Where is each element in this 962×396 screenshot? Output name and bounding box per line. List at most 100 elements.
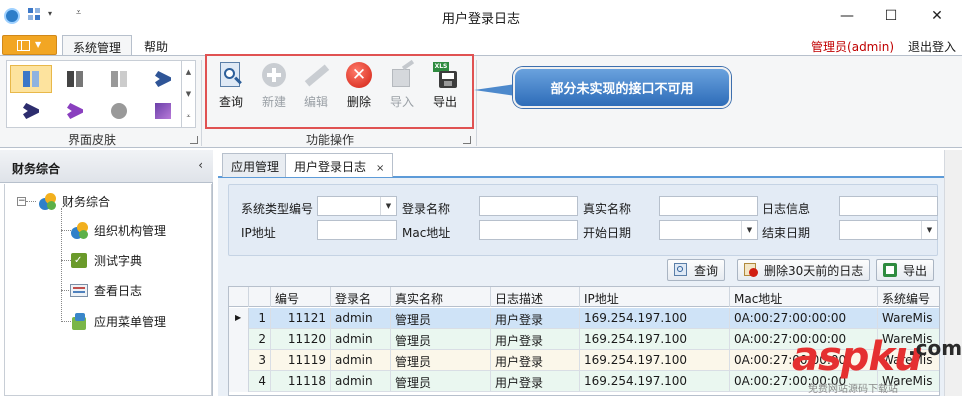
cell-system[interactable]: WareMis [878, 308, 939, 329]
current-row-icon: ▶ [229, 308, 249, 329]
skin-metro[interactable] [142, 97, 184, 125]
cell-desc[interactable]: 用户登录 [491, 308, 580, 329]
cell-id[interactable]: 11121 [271, 308, 331, 329]
delete-button-label: 删除 [346, 95, 371, 109]
red-x-icon: ✕ [345, 61, 373, 89]
mac-address-input[interactable] [479, 220, 578, 240]
new-button[interactable]: 新建 [254, 59, 294, 119]
skin-office-blue[interactable] [10, 65, 52, 93]
tree-node-label: 应用菜单管理 [94, 314, 167, 329]
pencil-icon [302, 61, 330, 89]
col-header-real-name[interactable]: 真实名称 [391, 287, 491, 307]
edit-button[interactable]: 编辑 [296, 59, 336, 119]
tree-node-app-menu[interactable]: 应用菜单管理 [69, 311, 166, 331]
chevron-down-icon: ▼ [35, 40, 42, 49]
skin-gallery: ▲ ▼ ⩡ [6, 60, 196, 128]
tree-node-label: 测试字典 [94, 253, 143, 268]
tree-node-org[interactable]: 组织机构管理 [69, 220, 166, 240]
cell-login[interactable]: admin [331, 350, 391, 371]
skin-office-silver[interactable] [98, 65, 140, 93]
delete-old-logs-button[interactable]: 删除30天前的日志 [737, 259, 871, 281]
cell-real-name[interactable]: 管理员 [391, 329, 491, 350]
skin-office-black[interactable] [54, 65, 96, 93]
real-name-input[interactable] [659, 196, 758, 216]
watermark-brand: aspku [792, 334, 923, 380]
tab-user-login-log[interactable]: 用户登录日志 × [285, 153, 394, 177]
minimize-button[interactable]: — [824, 0, 870, 32]
field-label-real-name: 真实名称 [583, 202, 632, 216]
file-menu-button[interactable]: ▼ [2, 35, 57, 55]
gallery-scroll[interactable]: ▲ ▼ ⩡ [181, 61, 195, 127]
grid-header: 编号 登录名 真实名称 日志描述 IP地址 Mac地址 系统编号 [229, 287, 939, 307]
tree-node-root[interactable]: 财务综合 [37, 191, 110, 211]
ribbon-tab-row: ▼ 系统管理 帮助 管理员(admin) 退出登入 [0, 32, 962, 56]
import-button[interactable]: 导入 [382, 59, 422, 119]
cell-desc[interactable]: 用户登录 [491, 350, 580, 371]
logout-link[interactable]: 退出登入 [908, 38, 956, 55]
dropdown-arrow-icon[interactable]: ▼ [741, 221, 757, 239]
cell-real-name[interactable]: 管理员 [391, 371, 491, 392]
cell-id[interactable]: 11118 [271, 371, 331, 392]
dropdown-arrow-icon[interactable]: ▼ [380, 197, 396, 215]
export-grid-button[interactable]: 导出 [876, 259, 935, 281]
col-header-desc[interactable]: 日志描述 [491, 287, 580, 307]
cell-login[interactable]: admin [331, 308, 391, 329]
delete-old-logs-label: 删除30天前的日志 [764, 263, 864, 278]
cell-real-name[interactable]: 管理员 [391, 350, 491, 371]
col-header-id[interactable]: 编号 [271, 287, 331, 307]
cell-ip[interactable]: 169.254.197.100 [580, 371, 730, 392]
field-label-start-date: 开始日期 [583, 226, 632, 240]
ip-address-input[interactable] [317, 220, 397, 240]
cell-real-name[interactable]: 管理员 [391, 308, 491, 329]
skin-seven[interactable] [98, 97, 140, 125]
cell-login[interactable]: admin [331, 329, 391, 350]
delete-button[interactable]: ✕ 删除 [339, 59, 379, 119]
table-row[interactable]: ▶ 1 11121 admin 管理员 用户登录 169.254.197.100… [229, 308, 939, 329]
cell-login[interactable]: admin [331, 371, 391, 392]
skin-vs-dark[interactable] [10, 97, 52, 125]
maximize-button[interactable]: ☐ [868, 0, 914, 32]
cell-id[interactable]: 11120 [271, 329, 331, 350]
cell-ip[interactable]: 169.254.197.100 [580, 329, 730, 350]
cell-desc[interactable]: 用户登录 [491, 329, 580, 350]
tab-help[interactable]: 帮助 [134, 35, 178, 56]
col-header-login[interactable]: 登录名 [331, 287, 391, 307]
tab-system-management[interactable]: 系统管理 [62, 35, 133, 56]
tree-node-dictionary[interactable]: ✓ 测试字典 [69, 250, 142, 270]
start-date-picker[interactable]: ▼ [659, 220, 758, 240]
skin-group-launcher-icon[interactable] [190, 136, 198, 144]
tab-app-management[interactable]: 应用管理 [222, 153, 289, 177]
export-button[interactable]: XLS 导出 [425, 59, 465, 119]
login-name-input[interactable] [479, 196, 578, 216]
cell-mac[interactable]: 0A:00:27:00:00:00 [730, 308, 878, 329]
field-label-end-date: 结束日期 [762, 226, 811, 240]
system-type-select[interactable]: ▼ [317, 196, 397, 216]
col-header-system[interactable]: 系统编号 [878, 287, 939, 307]
field-label-ip: IP地址 [241, 226, 276, 240]
log-info-input[interactable] [839, 196, 938, 216]
dropdown-arrow-icon[interactable]: ▼ [921, 221, 937, 239]
cell-ip[interactable]: 169.254.197.100 [580, 350, 730, 371]
group-separator [476, 60, 477, 146]
search-button[interactable]: 查询 [667, 259, 726, 281]
cell-desc[interactable]: 用户登录 [491, 371, 580, 392]
cell-id[interactable]: 11119 [271, 350, 331, 371]
close-button[interactable]: ✕ [914, 0, 960, 32]
field-label-log-info: 日志信息 [762, 202, 811, 216]
cell-ip[interactable]: 169.254.197.100 [580, 308, 730, 329]
end-date-picker[interactable]: ▼ [839, 220, 938, 240]
nav-tree: − 财务综合 组织机构管理 ✓ 测试字典 查看日志 应用菜单管理 [4, 184, 212, 396]
tree-expander[interactable]: − [17, 197, 26, 206]
excel-icon [883, 263, 897, 277]
document-icon [17, 40, 30, 51]
collapse-chevron-icon[interactable]: ‹ [198, 158, 203, 172]
function-group-launcher-icon[interactable] [463, 136, 471, 144]
col-header-mac[interactable]: Mac地址 [730, 287, 878, 307]
tree-node-logs[interactable]: 查看日志 [69, 280, 142, 300]
close-tab-icon[interactable]: × [376, 163, 384, 174]
query-button[interactable]: 查询 [211, 59, 251, 119]
row-number-header [249, 287, 271, 307]
col-header-ip[interactable]: IP地址 [580, 287, 730, 307]
skin-vs-purple[interactable] [54, 97, 96, 125]
skin-vs-blue[interactable] [142, 65, 184, 93]
